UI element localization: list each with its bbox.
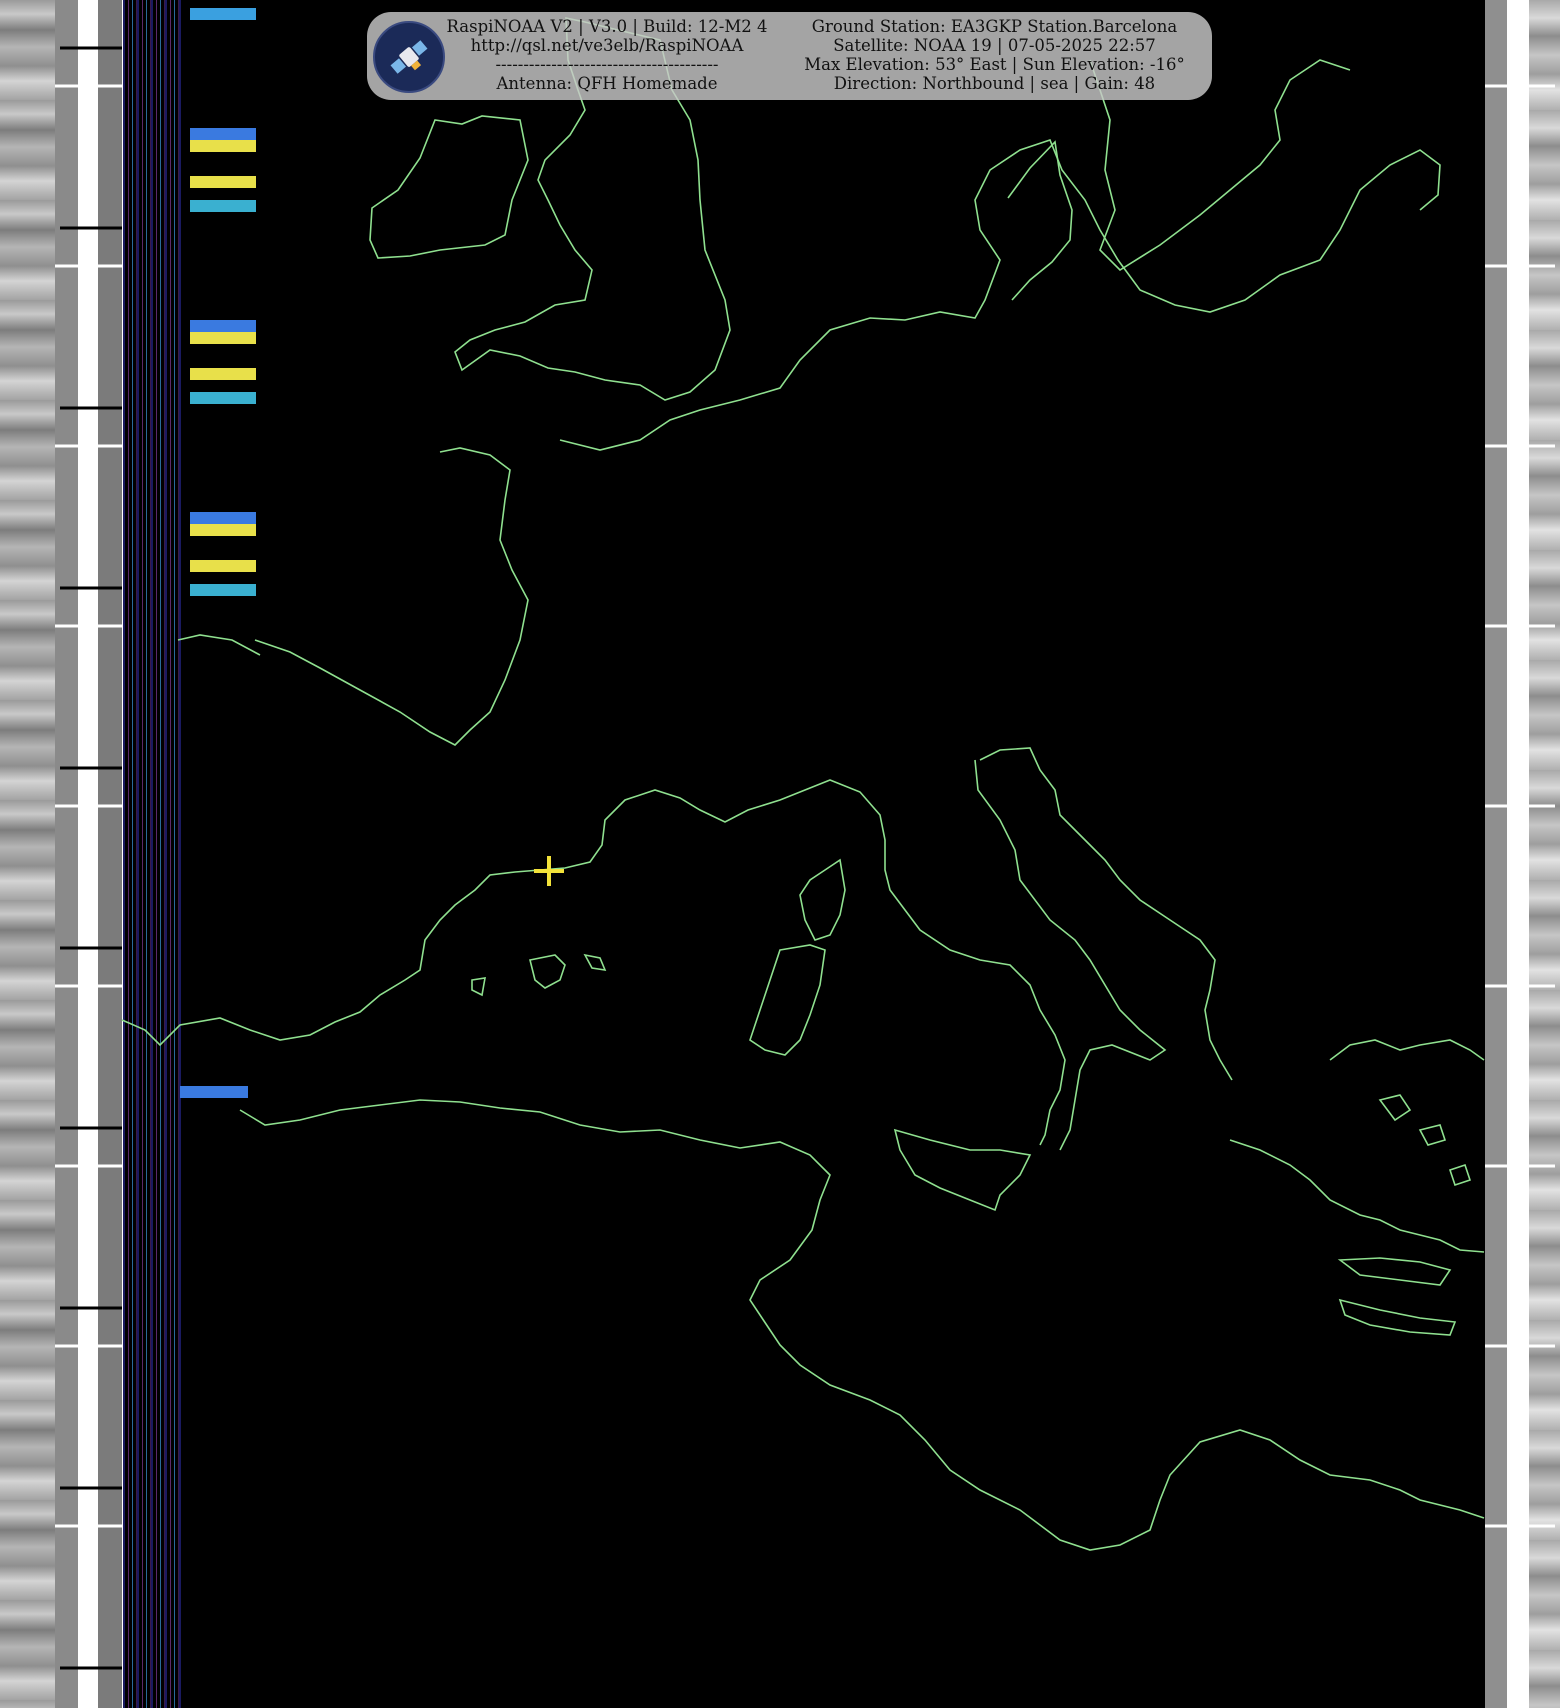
coastline-corsica <box>799 858 846 941</box>
coastline-iberia-north <box>177 634 261 656</box>
coastline-aegean-islands <box>1337 1094 1472 1286</box>
coastline-crete <box>1338 1298 1457 1336</box>
ground-station-text: Ground Station: EA3GKP Station.Barcelona <box>811 17 1178 36</box>
coastline-balearic-menorca <box>583 953 607 972</box>
color-calibration-bars <box>180 8 256 1098</box>
coastline-gulf-of-lion <box>121 779 1066 1146</box>
antenna-text: Antenna: QFH Homemade <box>496 74 718 93</box>
coastline-sicily <box>893 1128 1032 1212</box>
satellite-pass-text: Satellite: NOAA 19 | 07-05-2025 22:57 <box>833 36 1156 55</box>
coastline-north-africa <box>239 1099 1485 1551</box>
coastline-france-atlantic <box>254 447 529 746</box>
coastline-greece-peloponnese <box>1329 1039 1485 1061</box>
direction-gain-text: Direction: Northbound | sea | Gain: 48 <box>833 74 1156 93</box>
station-crosshair-icon <box>534 856 564 886</box>
coastline-greece <box>1229 1139 1485 1253</box>
elevation-text: Max Elevation: 53° East | Sun Elevation:… <box>804 55 1185 74</box>
coastline-balearic-ibiza <box>471 977 486 997</box>
coastlines <box>121 17 1485 1551</box>
coastline-denmark <box>1007 140 1073 301</box>
coastline-ireland <box>369 115 529 259</box>
project-url-text: http://qsl.net/ve3elb/RaspiNOAA <box>470 36 744 55</box>
telemetry-tick-marks <box>60 46 122 1670</box>
telemetry-white-ticks <box>55 84 1555 1528</box>
coastline-italy-adriatic <box>979 747 1233 1081</box>
coastline-italy-tyrrhenian <box>974 759 1167 1151</box>
software-version-text: RaspiNOAA V2 | V3.0 | Build: 12-M2 4 <box>446 17 768 36</box>
coastline-map <box>55 8 1555 1670</box>
coastline-balearic-mallorca <box>529 954 566 989</box>
header-divider-text: ---------------------------------------- <box>495 55 719 74</box>
pass-info-header: RaspiNOAA V2 | V3.0 | Build: 12-M2 4 htt… <box>367 12 1212 100</box>
satellite-image: RaspiNOAA V2 | V3.0 | Build: 12-M2 4 htt… <box>0 0 1560 1708</box>
coastline-sardinia <box>749 944 826 1056</box>
satellite-icon <box>373 21 445 93</box>
coastline-channel-north <box>559 139 1441 451</box>
